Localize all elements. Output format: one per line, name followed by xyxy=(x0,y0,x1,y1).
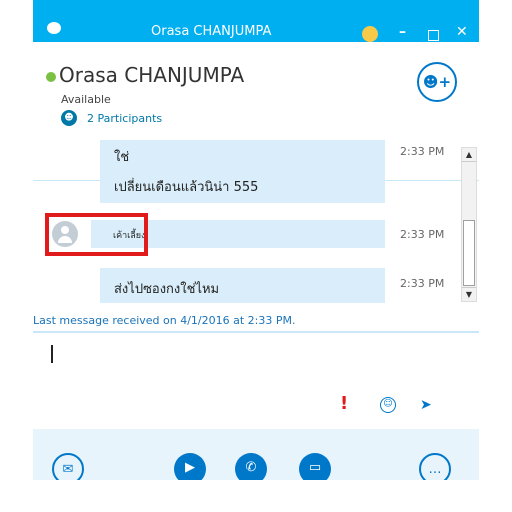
skype-window: Orasa CHANJUMPA – ✕ Orasa CHANJUMPA Avai… xyxy=(33,0,479,480)
message-time: 2:33 PM xyxy=(400,228,445,241)
call-toolbar: ✉ ▶ ✆ ▭ … xyxy=(33,429,479,480)
text-caret xyxy=(51,345,53,363)
send-icon[interactable]: ➤ xyxy=(420,398,436,412)
window-title: Orasa CHANJUMPA xyxy=(151,24,272,39)
video-icon: ▶ xyxy=(185,460,195,475)
call-button[interactable]: ✆ xyxy=(235,453,267,480)
contact-name[interactable]: Orasa CHANJUMPA xyxy=(59,63,244,87)
message-text: ส่งไปซองกงใช่ไหม xyxy=(114,282,220,297)
conversation-area: ใช่ เปลี่ยนเดือนแล้วนิน่า 555 2:33 PM เค… xyxy=(33,140,461,312)
message-bubble: ใช่ เปลี่ยนเดือนแล้วนิน่า 555 xyxy=(100,140,385,203)
message-text: เปลี่ยนเดือนแล้วนิน่า 555 xyxy=(114,180,259,195)
video-call-button[interactable]: ▶ xyxy=(174,453,206,480)
phone-icon: ✆ xyxy=(245,460,257,475)
exclamation-icon[interactable]: ! xyxy=(340,393,348,414)
message-input[interactable] xyxy=(51,345,451,385)
scroll-down-icon[interactable]: ▼ xyxy=(462,287,476,301)
last-message-status: Last message received on 4/1/2016 at 2:3… xyxy=(33,314,296,327)
participants-icon: ☻ xyxy=(61,110,77,126)
chat-button[interactable]: ✉ xyxy=(52,453,84,480)
title-bar: Orasa CHANJUMPA – ✕ xyxy=(33,0,479,42)
minimize-button[interactable]: – xyxy=(399,24,406,40)
message-time: 2:33 PM xyxy=(400,277,445,290)
contact-header: Orasa CHANJUMPA Available ☻ 2 Participan… xyxy=(33,42,479,181)
add-person-button[interactable]: ☻+ xyxy=(417,62,457,102)
skype-logo-icon xyxy=(47,22,61,34)
participants-label[interactable]: 2 Participants xyxy=(87,112,162,125)
more-button[interactable]: … xyxy=(419,453,451,480)
close-button[interactable]: ✕ xyxy=(456,24,468,40)
message-time: 2:33 PM xyxy=(400,145,445,158)
compose-divider xyxy=(33,331,479,333)
mood-emoji-icon[interactable] xyxy=(362,26,378,42)
contact-status: Available xyxy=(61,93,111,106)
highlight-box xyxy=(45,213,148,256)
message-bubble: ส่งไปซองกงใช่ไหม xyxy=(100,268,385,303)
scroll-thumb[interactable] xyxy=(463,220,475,286)
message-text: ใช่ xyxy=(114,150,130,165)
smiley-icon[interactable]: ☺ xyxy=(380,397,396,413)
available-status-icon xyxy=(46,72,56,82)
chat-scrollbar[interactable]: ▲ ▼ xyxy=(461,147,477,302)
participants-link[interactable]: ☻ 2 Participants xyxy=(61,110,162,126)
more-icon: … xyxy=(428,462,442,477)
chat-icon: ✉ xyxy=(62,462,74,477)
maximize-button[interactable] xyxy=(428,30,439,41)
screen-share-icon: ▭ xyxy=(308,460,322,475)
add-person-icon: ☻+ xyxy=(422,73,452,91)
scroll-up-icon[interactable]: ▲ xyxy=(462,148,476,162)
share-screen-button[interactable]: ▭ xyxy=(299,453,331,480)
